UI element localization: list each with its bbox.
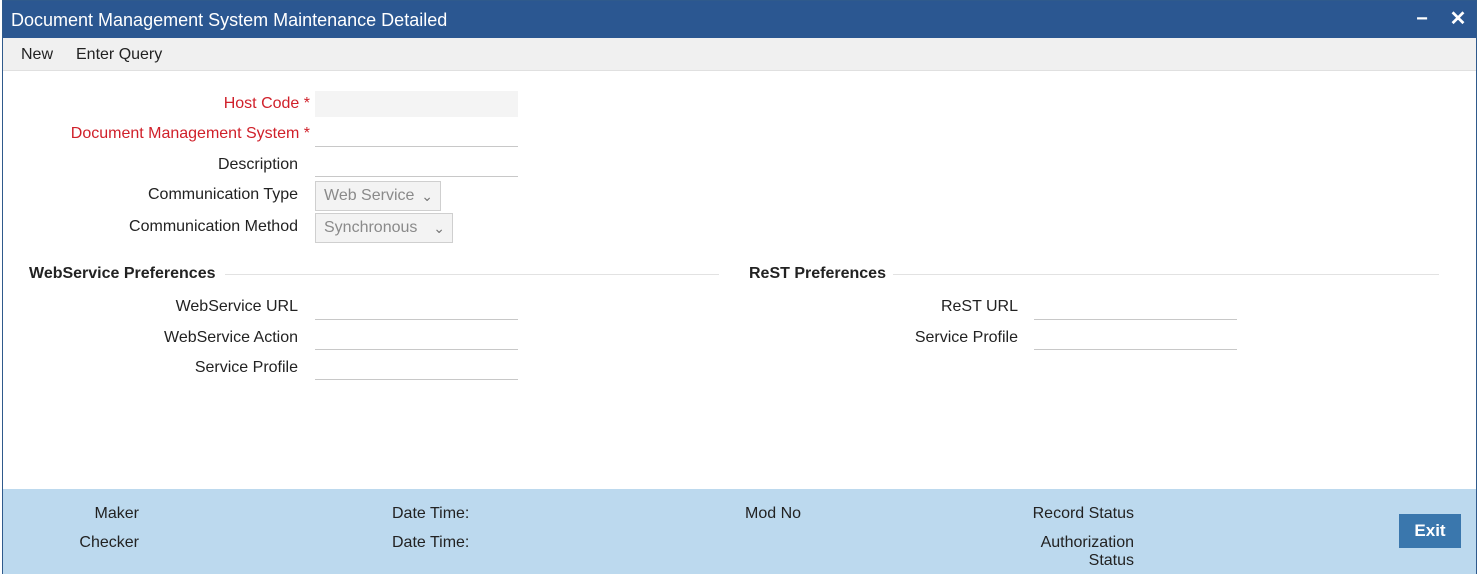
communication-type-label: Communication Type xyxy=(148,186,298,203)
webservice-divider xyxy=(225,274,719,275)
rest-url-input[interactable] xyxy=(1034,294,1237,320)
rest-profile-input[interactable] xyxy=(1034,324,1237,350)
webservice-url-label: WebService URL xyxy=(175,298,298,315)
dms-label: Document Management System * xyxy=(71,125,310,143)
communication-type-select[interactable]: Web Service ⌄ xyxy=(315,181,441,211)
rest-divider xyxy=(893,274,1439,275)
dms-label-text: Document Management System xyxy=(70,125,300,142)
menu-bar: New Enter Query xyxy=(3,38,1476,71)
description-label: Description xyxy=(217,156,298,173)
audit-footer: Maker Checker Date Time: Date Time: Mod … xyxy=(3,489,1476,574)
communication-method-label: Communication Method xyxy=(129,218,298,235)
required-marker: * xyxy=(303,95,310,112)
authorization-status-label: Authorization Status xyxy=(1041,534,1134,570)
rest-section-title: ReST Preferences xyxy=(749,265,886,282)
chevron-down-icon: ⌄ xyxy=(433,220,445,236)
minimize-icon[interactable]: − xyxy=(1410,7,1434,31)
dms-maintenance-window: Document Management System Maintenance D… xyxy=(2,0,1477,574)
webservice-url-input[interactable] xyxy=(315,294,518,320)
exit-button[interactable]: Exit xyxy=(1399,514,1461,548)
menu-new[interactable]: New xyxy=(21,46,53,64)
checker-date-time-label: Date Time: xyxy=(392,534,470,551)
authorization-status-line2: Status xyxy=(1088,552,1134,569)
communication-type-value: Web Service xyxy=(324,187,415,204)
close-icon[interactable]: ✕ xyxy=(1446,7,1470,31)
authorization-status-line1: Authorization xyxy=(1040,534,1134,551)
maker-label: Maker xyxy=(94,505,139,522)
webservice-profile-input[interactable] xyxy=(315,354,518,380)
record-status-label: Record Status xyxy=(1032,505,1134,522)
webservice-action-label: WebService Action xyxy=(164,329,298,346)
mod-no-label: Mod No xyxy=(745,505,802,522)
rest-profile-label: Service Profile xyxy=(914,329,1018,346)
webservice-action-input[interactable] xyxy=(315,324,518,350)
menu-enter-query[interactable]: Enter Query xyxy=(76,46,162,64)
chevron-down-icon: ⌄ xyxy=(421,188,433,204)
dms-input[interactable] xyxy=(315,121,518,147)
title-bar: Document Management System Maintenance D… xyxy=(3,1,1476,38)
rest-url-label: ReST URL xyxy=(940,298,1018,315)
communication-method-select[interactable]: Synchronous ⌄ xyxy=(315,213,453,243)
description-input[interactable] xyxy=(315,151,518,177)
webservice-section-title: WebService Preferences xyxy=(29,265,216,282)
checker-label: Checker xyxy=(79,534,139,551)
window-title: Document Management System Maintenance D… xyxy=(11,10,448,30)
communication-method-value: Synchronous xyxy=(324,219,418,236)
required-marker: * xyxy=(303,125,310,142)
maker-date-time-label: Date Time: xyxy=(392,505,470,522)
host-code-label-text: Host Code xyxy=(223,95,300,112)
host-code-label: Host Code * xyxy=(224,95,310,113)
webservice-profile-label: Service Profile xyxy=(194,359,298,376)
host-code-input[interactable] xyxy=(315,91,518,117)
